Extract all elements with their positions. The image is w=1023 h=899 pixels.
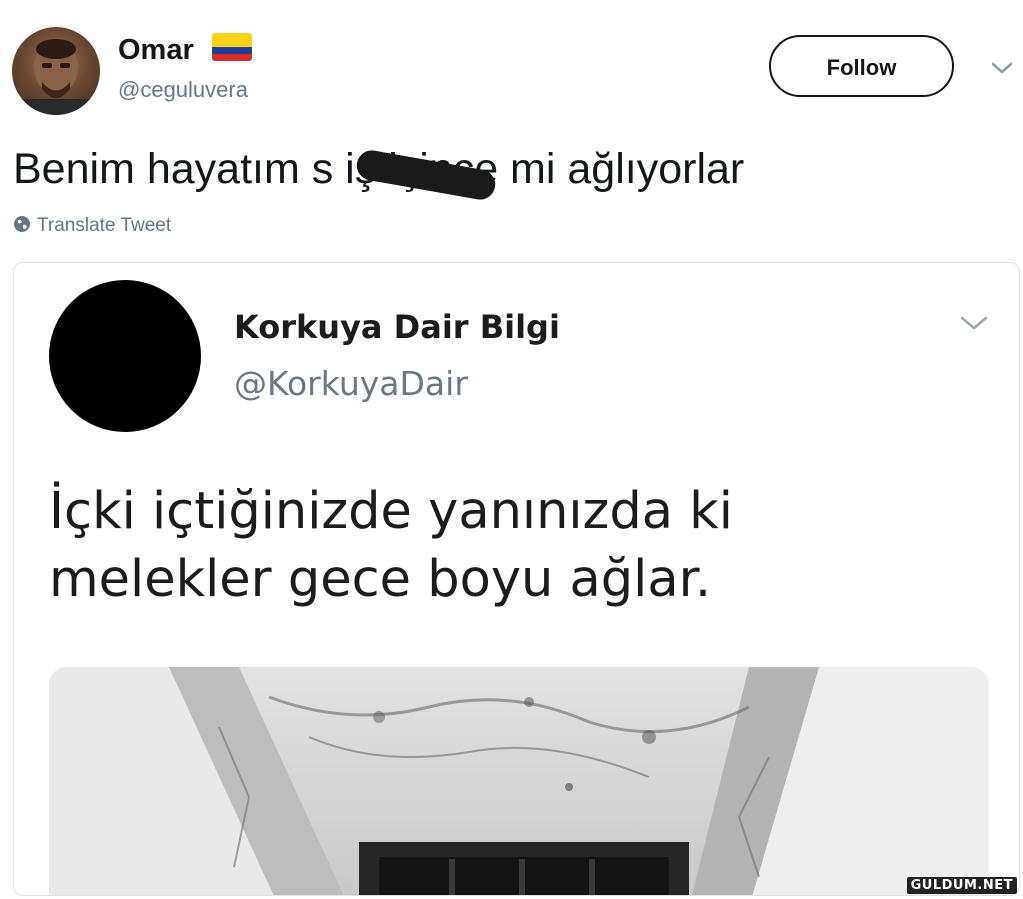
colombia-flag-icon <box>212 33 252 61</box>
quoted-author-display-name[interactable]: Korkuya Dair Bilgi <box>234 307 560 347</box>
author-display-name[interactable]: Omar <box>118 33 194 67</box>
globe-icon <box>13 215 31 233</box>
follow-button[interactable]: Follow <box>769 35 954 97</box>
quoted-tweet-photo[interactable] <box>49 667 989 895</box>
quoted-author-handle[interactable]: @KorkuyaDair <box>234 364 468 404</box>
chevron-down-icon[interactable] <box>990 60 1014 76</box>
quoted-author-avatar[interactable] <box>49 280 201 432</box>
quoted-text-line-2: melekler gece boyu ağlar. <box>49 550 712 609</box>
watermark-logo: GULDUM.NET <box>906 877 1017 894</box>
quoted-tweet-card[interactable]: Korkuya Dair Bilgi @KorkuyaDair İçki içt… <box>13 262 1020 896</box>
author-handle[interactable]: @ceguluvera <box>118 77 248 103</box>
author-avatar[interactable] <box>12 27 100 115</box>
quoted-tweet-text: İçki içtiğinizde yanınızda ki melekler g… <box>49 478 949 614</box>
quoted-text-line-1: İçki içtiğinizde yanınızda ki <box>49 482 733 541</box>
translate-label: Translate Tweet <box>37 215 172 236</box>
translate-tweet-link[interactable]: Translate Tweet <box>13 214 171 238</box>
chevron-down-icon[interactable] <box>959 313 989 333</box>
